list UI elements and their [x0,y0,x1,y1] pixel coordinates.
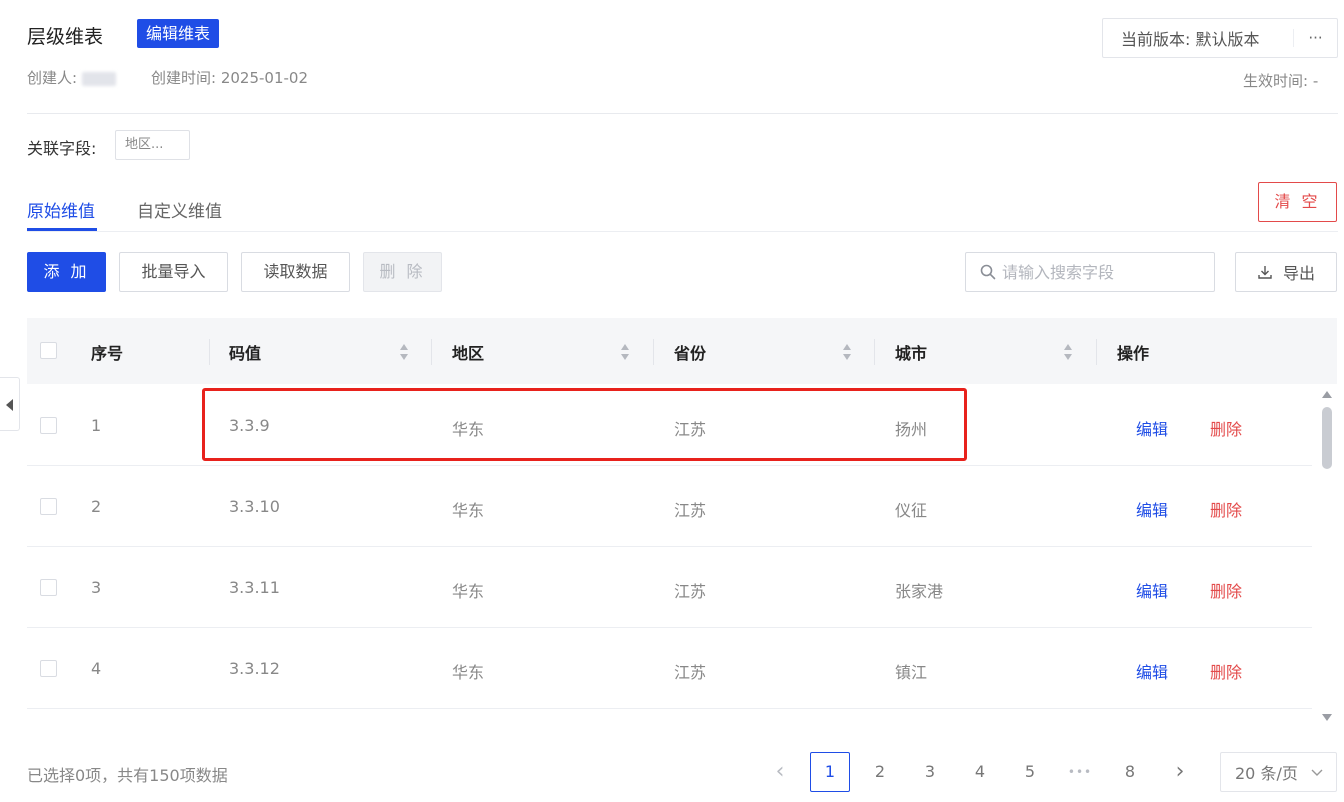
creator-label: 创建人: [27,69,78,87]
search-input[interactable] [1002,262,1202,282]
column-region[interactable]: 地区 [452,340,484,364]
select-all-checkbox[interactable] [40,342,57,359]
chevron-down-icon [1311,769,1323,776]
column-separator [431,339,432,365]
page-ellipsis[interactable]: ••• [1060,752,1100,792]
creator-name-redacted [81,71,116,86]
version-label[interactable]: 当前版本: 默认版本 [1103,26,1293,50]
sort-icon[interactable] [1063,343,1073,361]
column-code[interactable]: 码值 [229,340,261,364]
export-label[interactable]: 导出 [1283,260,1315,284]
edit-link[interactable]: 编辑 [1136,497,1168,521]
row-divider [27,546,1312,547]
add-button[interactable]: 添 加 [27,252,106,292]
selection-summary: 已选择0项，共有150项数据 [27,766,228,785]
row-divider [27,627,1312,628]
search-icon [980,264,996,280]
batch-import-button[interactable]: 批量导入 [119,252,228,292]
row-checkbox[interactable] [40,660,57,677]
row-province: 江苏 [674,501,707,520]
column-province[interactable]: 省份 [674,340,706,364]
sort-icon[interactable] [399,343,409,361]
highlight-box [202,388,967,461]
row-region: 华东 [452,663,485,682]
read-data-button[interactable]: 读取数据 [241,252,350,292]
row-code: 3.3.10 [229,497,280,516]
edit-dimension-badge[interactable]: 编辑维表 [137,19,220,48]
creator-info: 创建人: [27,67,116,88]
header-divider [27,113,1338,114]
created-time-label: 创建时间: [151,69,217,87]
search-field[interactable] [965,252,1215,292]
edit-link[interactable]: 编辑 [1136,659,1168,683]
row-checkbox[interactable] [40,579,57,596]
row-index: 2 [91,497,102,516]
row-code: 3.3.11 [229,578,280,597]
linked-field-tag[interactable]: 地区... [115,130,190,160]
clear-button[interactable]: 清 空 [1258,182,1337,222]
edit-link[interactable]: 编辑 [1136,416,1168,440]
delete-link[interactable]: 删除 [1210,659,1242,683]
page-8[interactable]: 8 [1110,752,1150,792]
created-time-value: 2025-01-02 [220,69,309,87]
next-page-button[interactable]: › [1160,752,1200,792]
delete-link[interactable]: 删除 [1210,416,1242,440]
row-province: 江苏 [674,582,707,601]
delete-link[interactable]: 删除 [1210,578,1242,602]
row-checkbox[interactable] [40,417,57,434]
export-button[interactable]: 导出 [1235,252,1337,292]
page-title: 层级维表 [27,26,104,48]
download-icon [1258,266,1272,279]
prev-page-button[interactable]: ‹ [760,752,800,792]
row-city: 镇江 [895,663,928,682]
scroll-down-icon[interactable] [1318,710,1336,724]
column-separator [653,339,654,365]
column-separator [874,339,875,365]
row-index: 3 [91,578,102,597]
sidebar-toggle[interactable] [0,377,20,431]
scroll-up-icon[interactable] [1318,388,1336,402]
delete-link[interactable]: 删除 [1210,497,1242,521]
page-size-value[interactable]: 20 条/页 [1235,760,1298,784]
page-3[interactable]: 3 [910,752,950,792]
page-4[interactable]: 4 [960,752,1000,792]
chevron-left-icon [6,399,13,411]
delete-button[interactable]: 删 除 [363,252,442,292]
row-index: 4 [91,659,102,678]
row-checkbox[interactable] [40,498,57,515]
page-2[interactable]: 2 [860,752,900,792]
tab-original-values[interactable]: 原始维值 [27,197,95,222]
row-code: 3.3.12 [229,659,280,678]
sort-icon[interactable] [842,343,852,361]
column-separator [1096,339,1097,365]
version-selector[interactable]: 当前版本: 默认版本 ··· [1102,18,1338,58]
row-divider [27,708,1312,709]
row-region: 华东 [452,582,485,601]
linked-field-label: 关联字段: [27,139,97,158]
page-5[interactable]: 5 [1010,752,1050,792]
row-divider [27,465,1312,466]
column-index: 序号 [91,344,124,363]
scroll-thumb[interactable] [1322,407,1332,469]
row-city: 仪征 [895,501,928,520]
tabs-divider [27,231,1338,232]
row-index: 1 [91,416,102,435]
column-separator [209,339,210,365]
row-province: 江苏 [674,663,707,682]
row-city: 张家港 [895,582,944,601]
page-size-select[interactable]: 20 条/页 [1220,752,1337,792]
effective-time: 生效时间: - [1243,72,1319,90]
page-1[interactable]: 1 [810,752,850,792]
row-region: 华东 [452,501,485,520]
created-time: 创建时间: 2025-01-02 [151,67,308,88]
column-actions: 操作 [1117,344,1150,363]
more-icon[interactable]: ··· [1293,29,1337,47]
column-city[interactable]: 城市 [895,340,927,364]
tab-custom-values[interactable]: 自定义维值 [137,197,222,222]
sort-icon[interactable] [620,343,630,361]
edit-link[interactable]: 编辑 [1136,578,1168,602]
